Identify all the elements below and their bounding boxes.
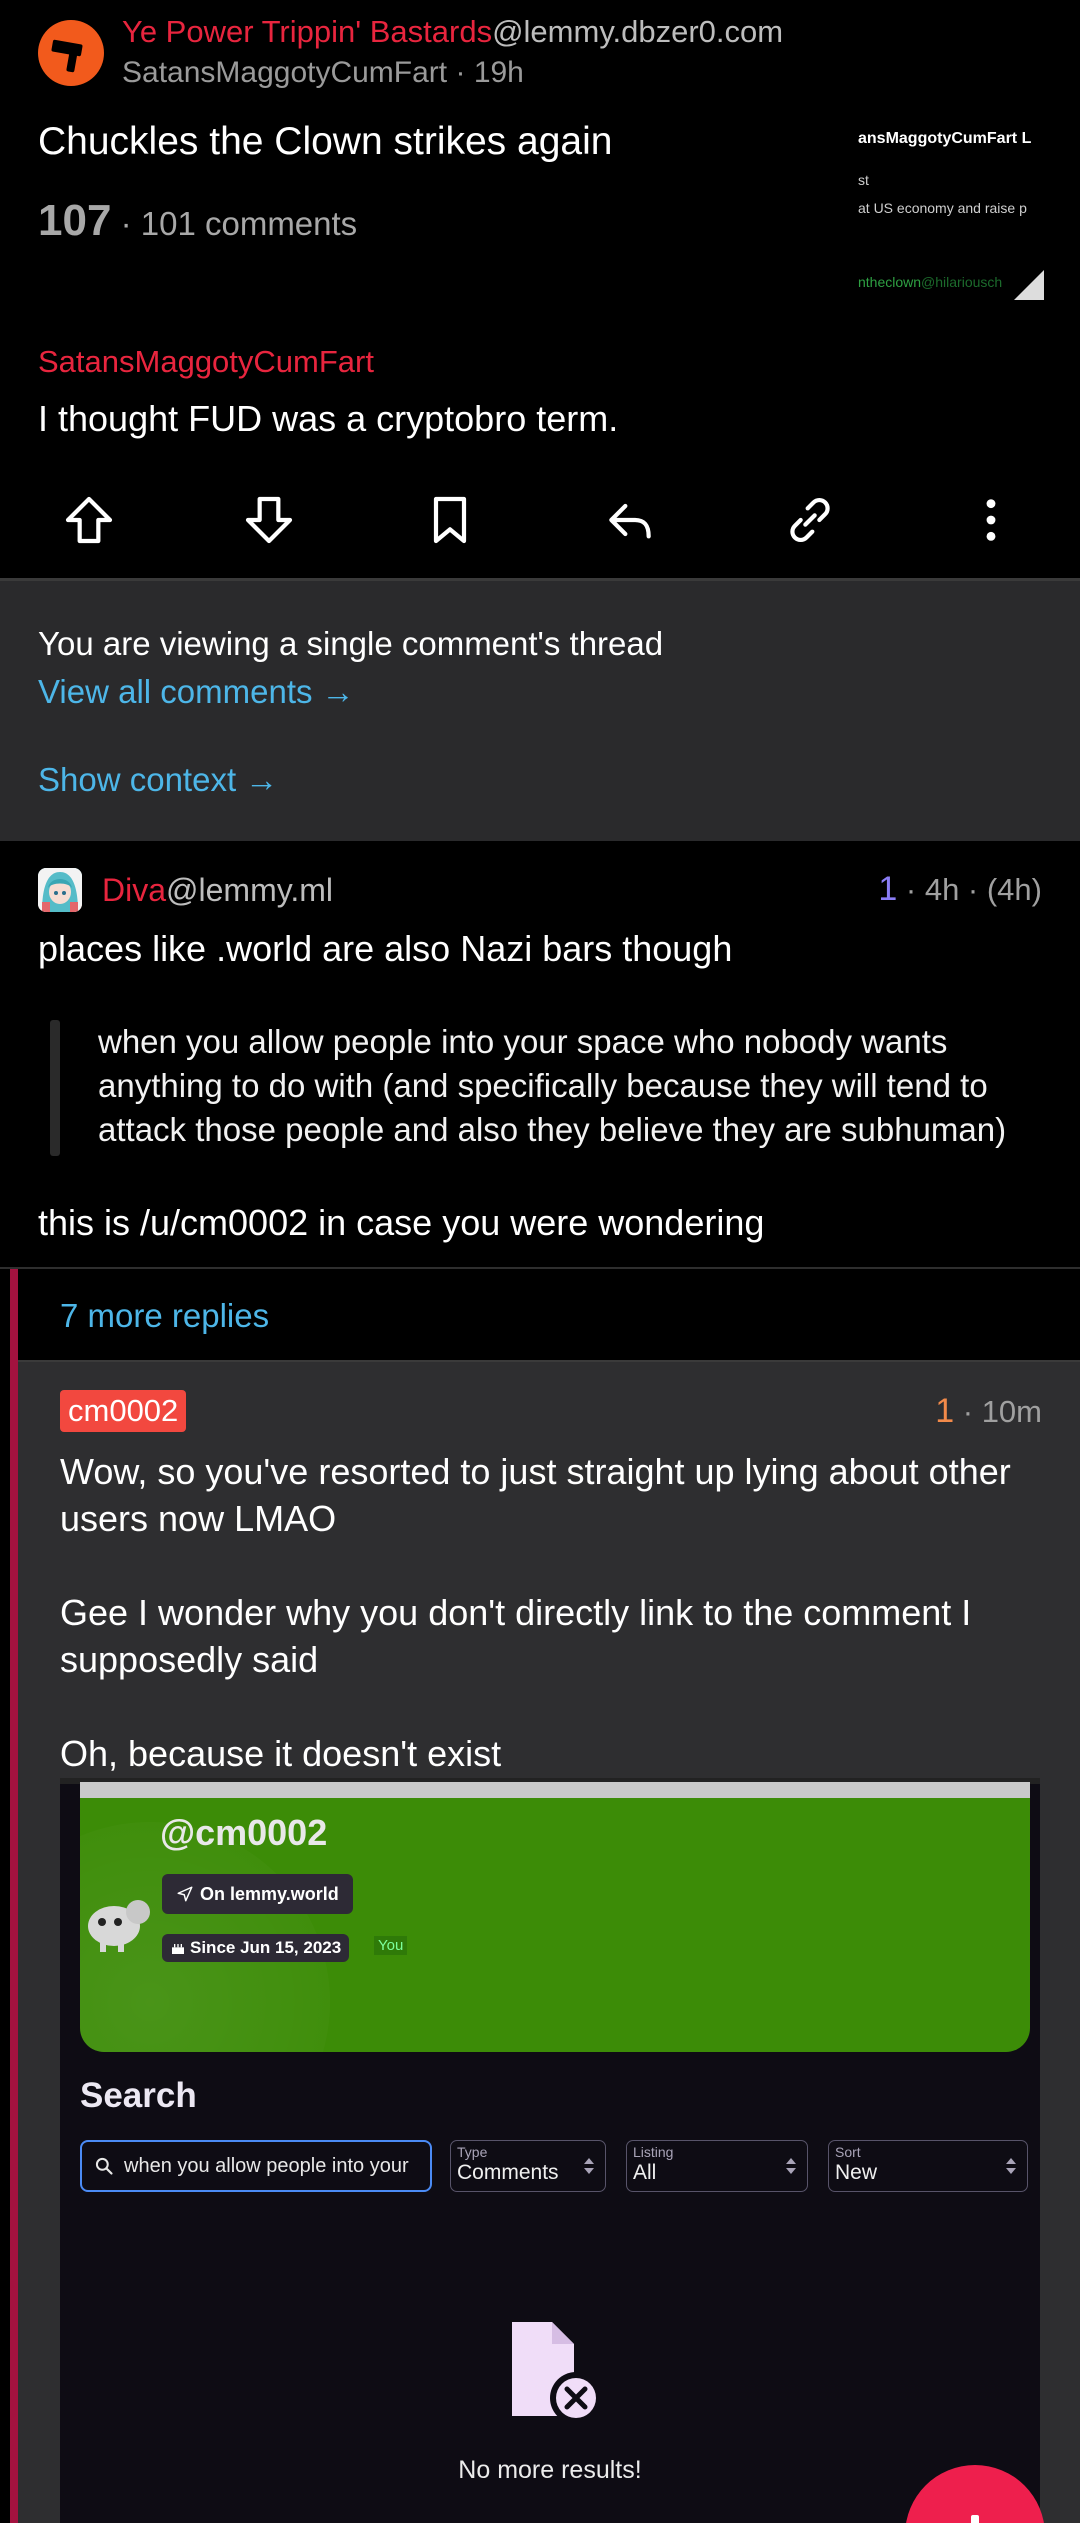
upvote-button[interactable]	[44, 478, 134, 562]
banner-top-strip	[80, 1782, 1030, 1798]
search-input[interactable]	[124, 2154, 424, 2178]
downvote-icon	[245, 496, 293, 544]
blockquote-bar	[50, 1020, 60, 1156]
reply-score: 1	[935, 1392, 955, 1430]
thumb-instance: @hilariousch	[921, 274, 1003, 290]
thumb-line-3: at US economy and raise p	[858, 200, 1027, 216]
view-all-comments-link[interactable]: View all comments →	[38, 673, 355, 711]
comment-meta: 1 · 4h · (4h)	[878, 870, 1042, 909]
community-line[interactable]: Ye Power Trippin' Bastards@lemmy.dbzer0.…	[122, 14, 783, 50]
bookmark-button[interactable]	[405, 478, 495, 562]
listing-select-value: All	[633, 2161, 657, 2184]
show-context-link[interactable]: Show context →	[38, 761, 278, 799]
type-select-label: Type	[457, 2144, 488, 2160]
reply-icon	[609, 503, 651, 539]
blockquote-text: when you allow people into your space wh…	[98, 1023, 1007, 1148]
post-comment-count[interactable]: 101 comments	[141, 205, 357, 242]
hammer-icon	[51, 39, 83, 73]
comment-author-name[interactable]: Diva	[102, 872, 166, 908]
action-bar	[0, 478, 1080, 562]
community-name[interactable]: Ye Power Trippin' Bastards	[122, 14, 492, 49]
sort-select-value: New	[835, 2161, 878, 2184]
comment-author-instance: @lemmy.ml	[166, 872, 333, 908]
post-header: Ye Power Trippin' Bastards@lemmy.dbzer0.…	[0, 0, 1080, 581]
avatar-image	[38, 868, 82, 912]
search-icon	[95, 2157, 113, 2175]
type-select-value: Comments	[457, 2161, 559, 2184]
comment-body-paragraph: places like .world are also Nazi bars th…	[38, 928, 733, 969]
link-icon	[790, 498, 830, 542]
more-icon	[986, 499, 996, 541]
parent-comment-body: I thought FUD was a cryptobro term.	[38, 398, 619, 439]
more-options-button[interactable]	[946, 478, 1036, 562]
post-author-line: SatansMaggotyCumFart · 19h	[122, 56, 524, 89]
profile-handle: @cm0002	[160, 1812, 328, 1853]
select-caret-icon	[1006, 2158, 1016, 2174]
sort-select-label: Sort	[835, 2144, 861, 2160]
since-chip: Since Jun 15, 2023	[162, 1934, 350, 1962]
reply-meta: 1 · 10m	[935, 1392, 1042, 1431]
reply-button[interactable]	[585, 478, 675, 562]
post-stats: 107 · 101 comments	[38, 196, 358, 245]
instance-chip: On lemmy.world	[162, 1874, 353, 1914]
thumb-handle: ntheclown	[858, 274, 922, 290]
single-thread-notice: You are viewing a single comment's threa…	[0, 581, 1080, 841]
you-tag: You	[374, 1936, 408, 1955]
reply-age: · 10m	[954, 1394, 1042, 1429]
search-heading: Search	[80, 2076, 197, 2115]
thumb-line-4: ntheclown@hilariousch	[858, 274, 1002, 290]
thumb-line-1: ansMaggotyCumFart L	[858, 130, 1032, 147]
thumbnail-expand-icon	[1014, 270, 1044, 300]
no-results-text: No more results!	[458, 2456, 642, 2484]
reply-body-paragraph: Wow, so you've resorted to just straight…	[60, 1451, 1011, 1539]
community-instance: @lemmy.dbzer0.com	[492, 14, 784, 49]
reply-author-badge[interactable]: cm0002	[60, 1390, 187, 1432]
downvote-button[interactable]	[224, 478, 314, 562]
post-author[interactable]: SatansMaggotyCumFart	[122, 56, 447, 89]
type-select[interactable]: Type Comments	[450, 2140, 606, 2192]
bookmark-icon	[433, 496, 467, 544]
avatar[interactable]	[38, 868, 82, 912]
community-avatar[interactable]	[38, 20, 104, 86]
profile-banner: @cm0002 On lemmy.world Since Jun 15, 202…	[80, 1782, 1030, 2052]
parent-comment-author[interactable]: SatansMaggotyCumFart	[38, 344, 374, 380]
comment-score: 1	[878, 870, 898, 908]
sort-select[interactable]: Sort New	[828, 2140, 1028, 2192]
search-field[interactable]	[80, 2140, 432, 2192]
post-age: 19h	[473, 56, 524, 89]
no-results-icon	[512, 2322, 602, 2424]
post-title[interactable]: Chuckles the Clown strikes again	[38, 120, 612, 164]
reply-body-paragraph: Oh, because it doesn't exist	[60, 1733, 502, 1774]
more-replies-link[interactable]: 7 more replies	[60, 1297, 269, 1335]
notice-text: You are viewing a single comment's threa…	[38, 625, 664, 662]
link-button[interactable]	[765, 478, 855, 562]
comment-age: · 4h · (4h)	[897, 872, 1042, 907]
post-score: 107	[38, 196, 112, 245]
embedded-screenshot[interactable]: @cm0002 On lemmy.world Since Jun 15, 202…	[60, 1778, 1040, 2523]
reply-body-paragraph: Gee I wonder why you don't directly link…	[60, 1592, 972, 1680]
listing-select[interactable]: Listing All	[626, 2140, 808, 2192]
listing-select-label: Listing	[633, 2144, 674, 2160]
upvote-icon	[65, 496, 113, 544]
select-caret-icon	[584, 2158, 594, 2174]
since-chip-label: Since Jun 15, 2023	[190, 1938, 342, 1957]
send-icon	[177, 1886, 193, 1902]
instance-chip-label: On lemmy.world	[200, 1883, 339, 1904]
cake-icon	[172, 1944, 184, 1954]
plus-icon	[971, 2515, 979, 2523]
comment-body-paragraph: this is /u/cm0002 in case you were wonde…	[38, 1202, 765, 1243]
comment-author[interactable]: Diva@lemmy.ml	[102, 872, 333, 909]
thread-depth-bar	[10, 1269, 18, 2523]
select-caret-icon	[786, 2158, 796, 2174]
thumb-line-2: st	[858, 172, 869, 188]
post-thumbnail[interactable]: ansMaggotyCumFart L st at US economy and…	[852, 116, 1044, 300]
mascot-icon	[88, 1900, 150, 1952]
divider	[0, 1267, 1080, 1269]
